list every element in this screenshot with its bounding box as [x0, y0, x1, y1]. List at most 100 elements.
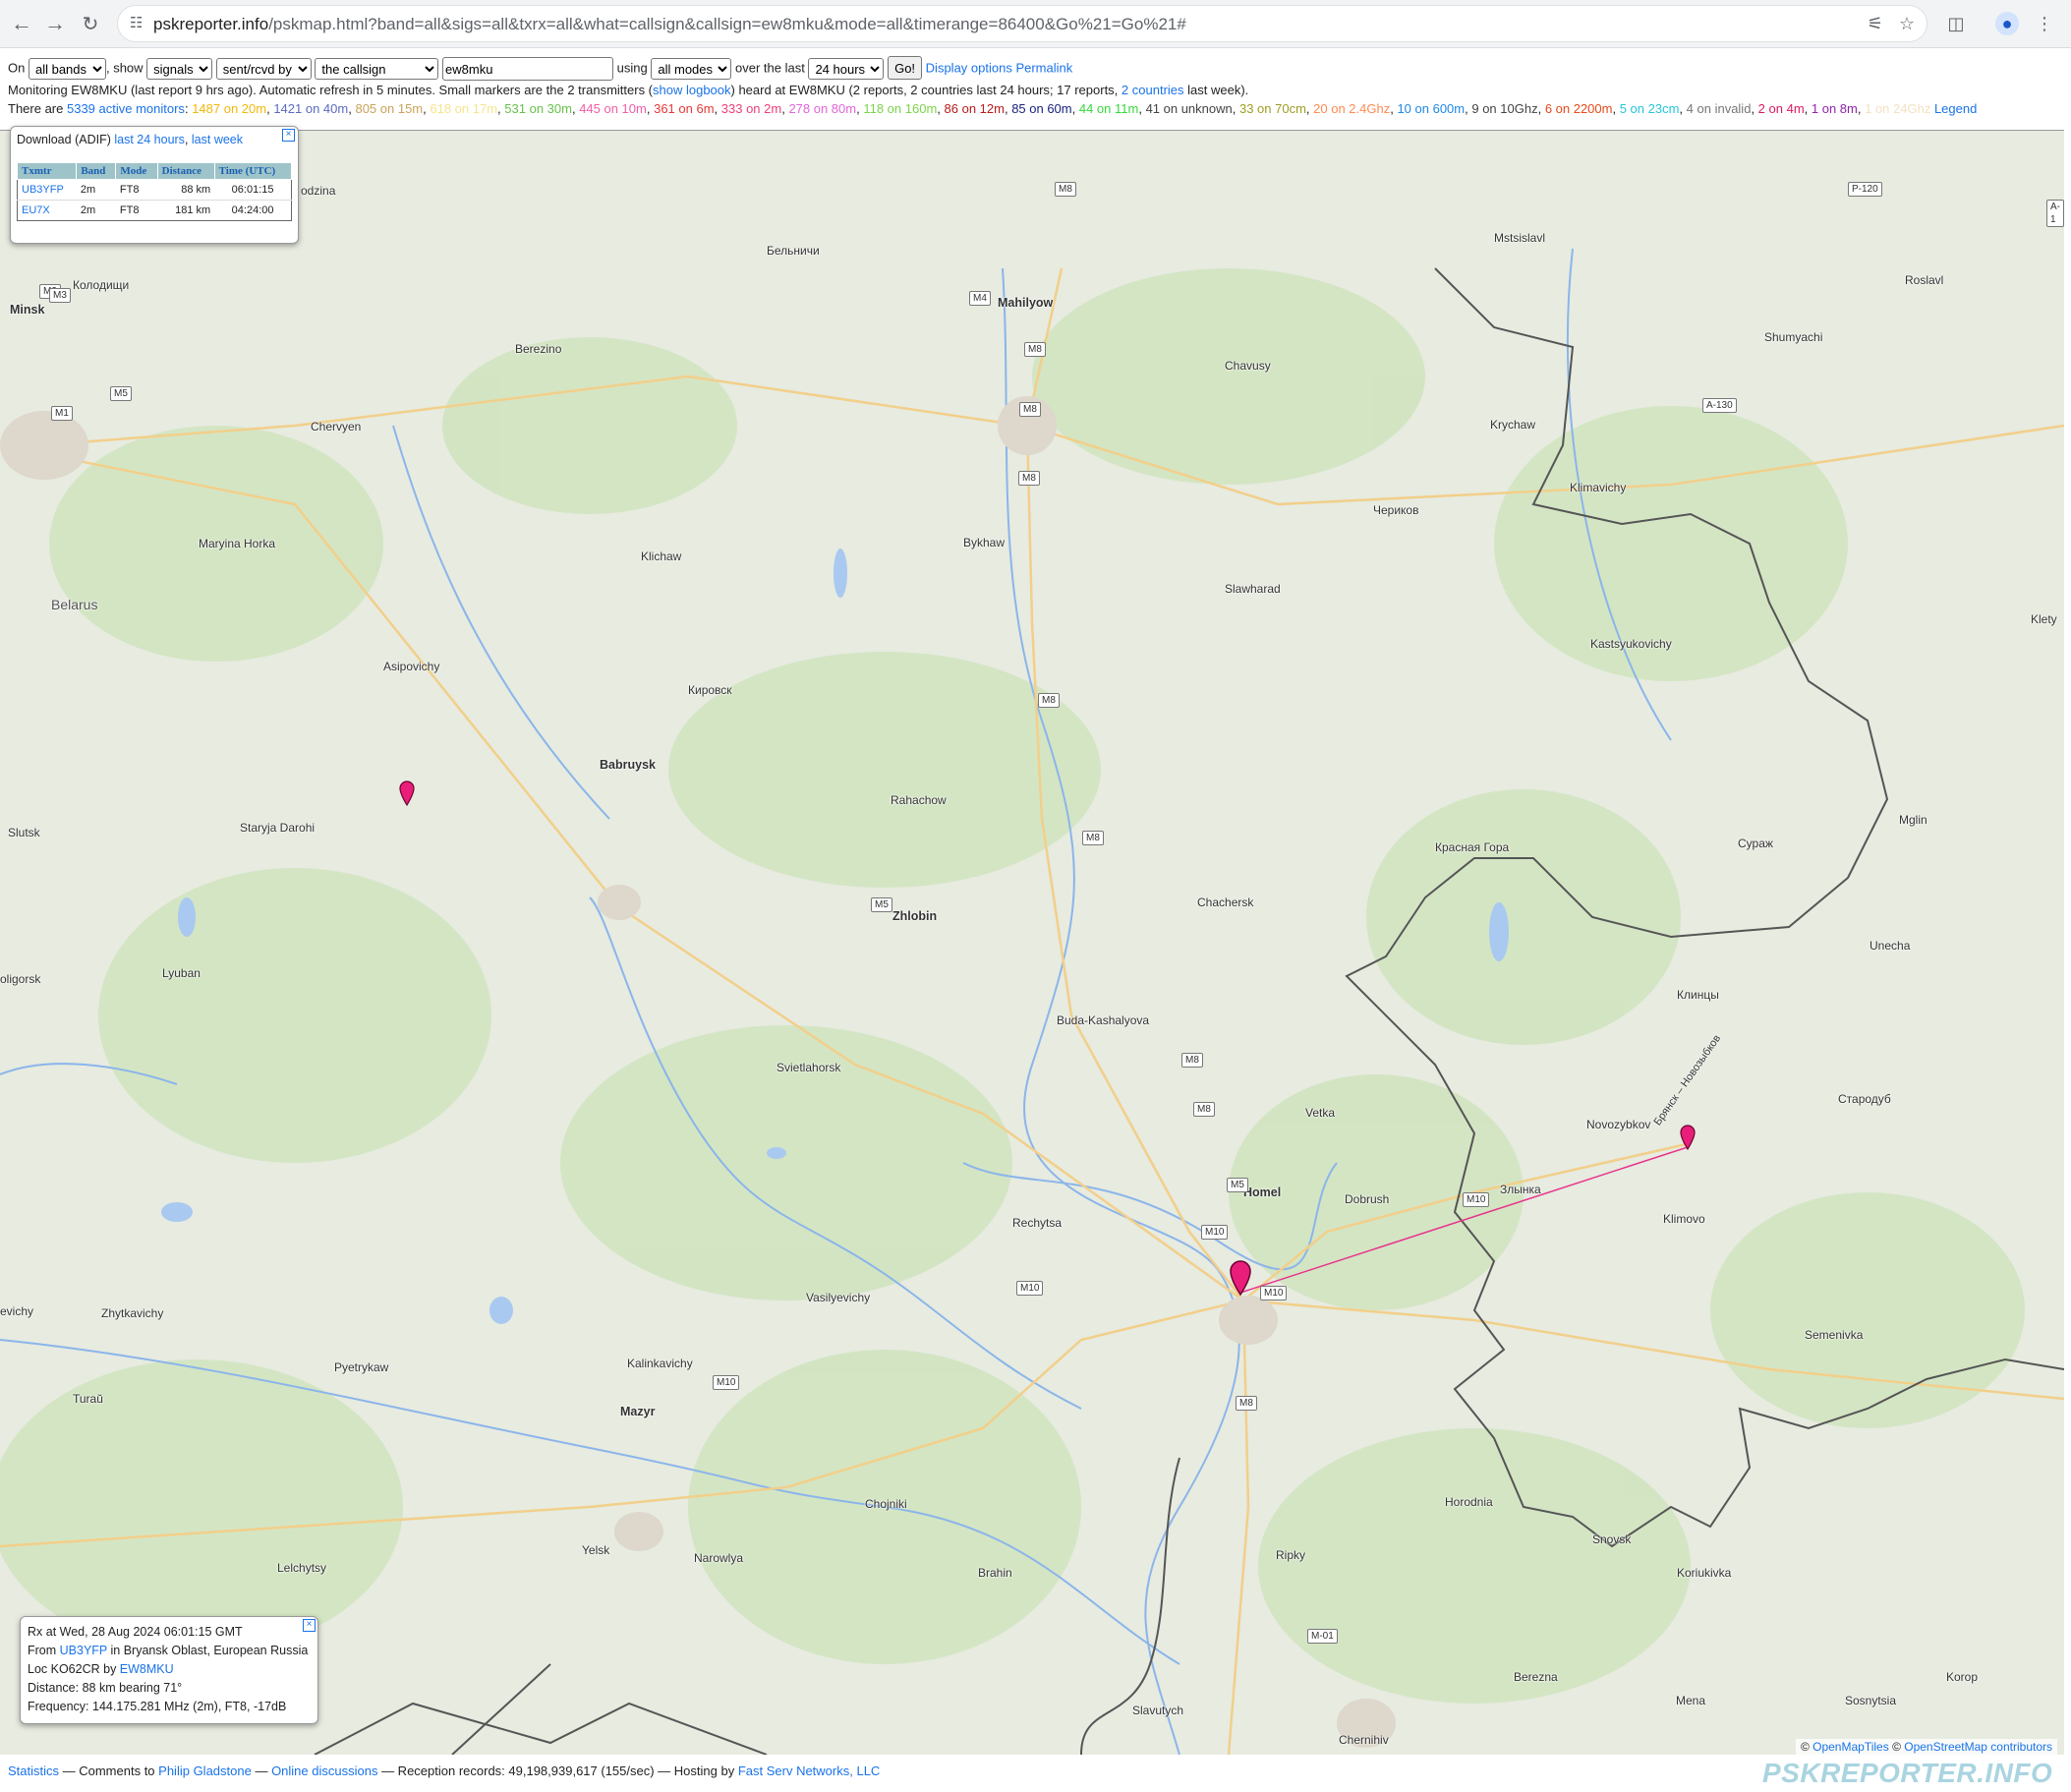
bookmark-star-icon[interactable]: ☆ — [1895, 12, 1919, 35]
sigs-select[interactable]: signals — [146, 58, 213, 81]
place-label: Kastsyukovichy — [1590, 637, 1672, 651]
place-label: Mglin — [1899, 813, 1927, 827]
rx-locator: Loc KO62CR by — [28, 1662, 120, 1676]
column-header[interactable]: Distance — [156, 162, 215, 180]
place-label: Chavusy — [1225, 359, 1271, 373]
txmtr-link[interactable]: UB3YFP — [22, 184, 64, 196]
column-header[interactable]: Time (UTC) — [213, 162, 293, 180]
openmaptiles-link[interactable]: OpenMapTiles — [1812, 1740, 1889, 1754]
forest-areas — [0, 268, 2025, 1704]
place-label: Semenivka — [1805, 1328, 1864, 1342]
place-label: Maryina Horka — [199, 537, 276, 550]
place-label: Mahilyow — [998, 296, 1054, 310]
show-logbook-link[interactable]: show logbook — [653, 83, 731, 97]
adif-last-week-link[interactable]: last week — [192, 133, 243, 146]
place-label: Klimovo — [1663, 1212, 1705, 1226]
transmitter-marker-eu7x[interactable] — [399, 780, 415, 807]
hosting-link[interactable]: Fast Serv Networks, LLC — [738, 1763, 881, 1778]
place-label: Klety — [2031, 612, 2057, 626]
translate-icon[interactable]: ⚟ — [1864, 12, 1887, 35]
mode-select[interactable]: all modes — [651, 58, 732, 81]
table-row: UB3YFP 2m FT8 88 km 06:01:15 — [17, 179, 292, 201]
map-graphics — [0, 248, 2064, 1755]
back-icon[interactable]: ← — [8, 10, 35, 37]
place-label: Slutsk — [8, 826, 40, 839]
band-count: 1421 on 40m — [273, 101, 349, 116]
column-header[interactable]: Txmtr — [16, 162, 78, 180]
txmtr-link[interactable]: EU7X — [22, 204, 50, 216]
rx-from-callsign-link[interactable]: UB3YFP — [60, 1644, 107, 1657]
monitoring-status: Monitoring EW8MKU (last report 9 hrs ago… — [8, 83, 1248, 97]
forward-icon[interactable]: → — [41, 10, 69, 37]
menu-icon[interactable]: ⋮ — [2033, 12, 2056, 35]
go-button[interactable]: Go! — [888, 56, 923, 80]
place-label: Babruysk — [600, 758, 656, 772]
cell-distance: 88 km — [181, 184, 211, 196]
table-header-row: Txmtr Band Mode Distance Time (UTC) — [16, 162, 293, 180]
band-select[interactable]: all bands — [28, 58, 106, 81]
road-shield: M8 — [1055, 182, 1076, 197]
adif-last-24h-link[interactable]: last 24 hours — [114, 133, 185, 146]
author-link[interactable]: Philip Gladstone — [158, 1763, 252, 1778]
place-label: Mena — [1676, 1694, 1706, 1707]
place-label: Колодищи — [73, 278, 130, 292]
browser-toolbar: ← → ↻ ☷ pskreporter.info/pskmap.html?ban… — [0, 0, 2071, 48]
place-label: Chachersk — [1197, 896, 1254, 909]
statistics-link[interactable]: Statistics — [8, 1763, 59, 1778]
txrx-select[interactable]: sent/rcvd by — [215, 58, 312, 81]
monitoring-text-2: ) heard at EW8MKU (2 reports, 2 countrie… — [730, 83, 1122, 97]
road-shield: P-120 — [1848, 182, 1882, 197]
place-label: Koriukivka — [1677, 1566, 1732, 1580]
map[interactable]: Mahilyow Minsk Babruysk Zhlobin Homel Mazyr Be… — [0, 130, 2064, 1755]
on-label: On — [8, 60, 26, 76]
road-shield: M10 — [713, 1375, 740, 1390]
place-label: Horodnia — [1445, 1495, 1493, 1509]
openstreetmap-link[interactable]: OpenStreetMap contributors — [1904, 1740, 2052, 1754]
monitoring-text: Monitoring EW8MKU (last report 9 hrs ago… — [8, 83, 654, 97]
road-shield: A-130 — [1702, 398, 1737, 413]
cell-distance: 181 km — [175, 204, 211, 216]
rx-from-location: in Bryansk Oblast, European Russia — [107, 1644, 309, 1657]
using-label: using — [616, 60, 648, 76]
address-bar[interactable]: ☷ pskreporter.info/pskmap.html?band=all&… — [118, 6, 1927, 41]
road-shield: M4 — [969, 291, 991, 306]
monitoring-text-3: last week). — [1183, 83, 1249, 97]
place-label: Zhlobin — [892, 909, 938, 923]
timerange-select[interactable]: 24 hours — [808, 58, 885, 81]
place-label: Ripky — [1276, 1548, 1306, 1562]
place-label: Rechytsa — [1012, 1216, 1063, 1230]
profile-icon[interactable]: ● — [1995, 12, 2019, 35]
rx-time: Rx at Wed, 28 Aug 2024 06:01:15 GMT — [28, 1625, 243, 1639]
active-colon: : — [184, 101, 189, 116]
place-label: Berezino — [515, 342, 562, 356]
column-header[interactable]: Mode — [115, 162, 158, 180]
pskreporter-logo: PSKREPORTER.INFO — [1762, 1758, 2053, 1788]
band-count: 805 on 15m — [355, 101, 424, 116]
online-discussions-link[interactable]: Online discussions — [271, 1763, 377, 1778]
permalink-link[interactable]: Permalink — [1015, 61, 1072, 76]
countries-link[interactable]: 2 countries — [1122, 83, 1184, 97]
adif-label: Download (ADIF) — [17, 133, 111, 146]
callsign-input[interactable] — [442, 57, 614, 82]
adif-close-icon[interactable]: × — [282, 129, 295, 142]
band-count: 118 on 160m — [863, 101, 938, 116]
what-select[interactable]: the callsign — [315, 58, 439, 81]
display-options-link[interactable]: Display options — [926, 61, 1012, 76]
active-monitors-link[interactable]: 5339 active monitors — [67, 101, 185, 116]
band-count: 2 on 4m — [1757, 101, 1805, 116]
place-label: Красная Гора — [1435, 840, 1510, 854]
place-label: Chervyen — [311, 420, 362, 434]
legend-link[interactable]: Legend — [1934, 101, 1977, 116]
column-header[interactable]: Band — [76, 162, 117, 180]
place-label: Svietlahorsk — [777, 1061, 841, 1074]
reload-icon[interactable]: ↻ — [77, 10, 104, 37]
band-count: 278 on 80m — [788, 101, 857, 116]
band-count: 85 on 60m — [1011, 101, 1072, 116]
rx-from-label: From — [28, 1644, 60, 1657]
road-shield: M5 — [110, 386, 132, 401]
place-label: Berezna — [1514, 1670, 1558, 1684]
rx-receiver-callsign-link[interactable]: EW8MKU — [120, 1662, 174, 1676]
extensions-icon[interactable]: ◫ — [1944, 12, 1968, 35]
site-info-icon[interactable]: ☷ — [130, 14, 149, 33]
place-label: Chojniki — [865, 1497, 907, 1511]
